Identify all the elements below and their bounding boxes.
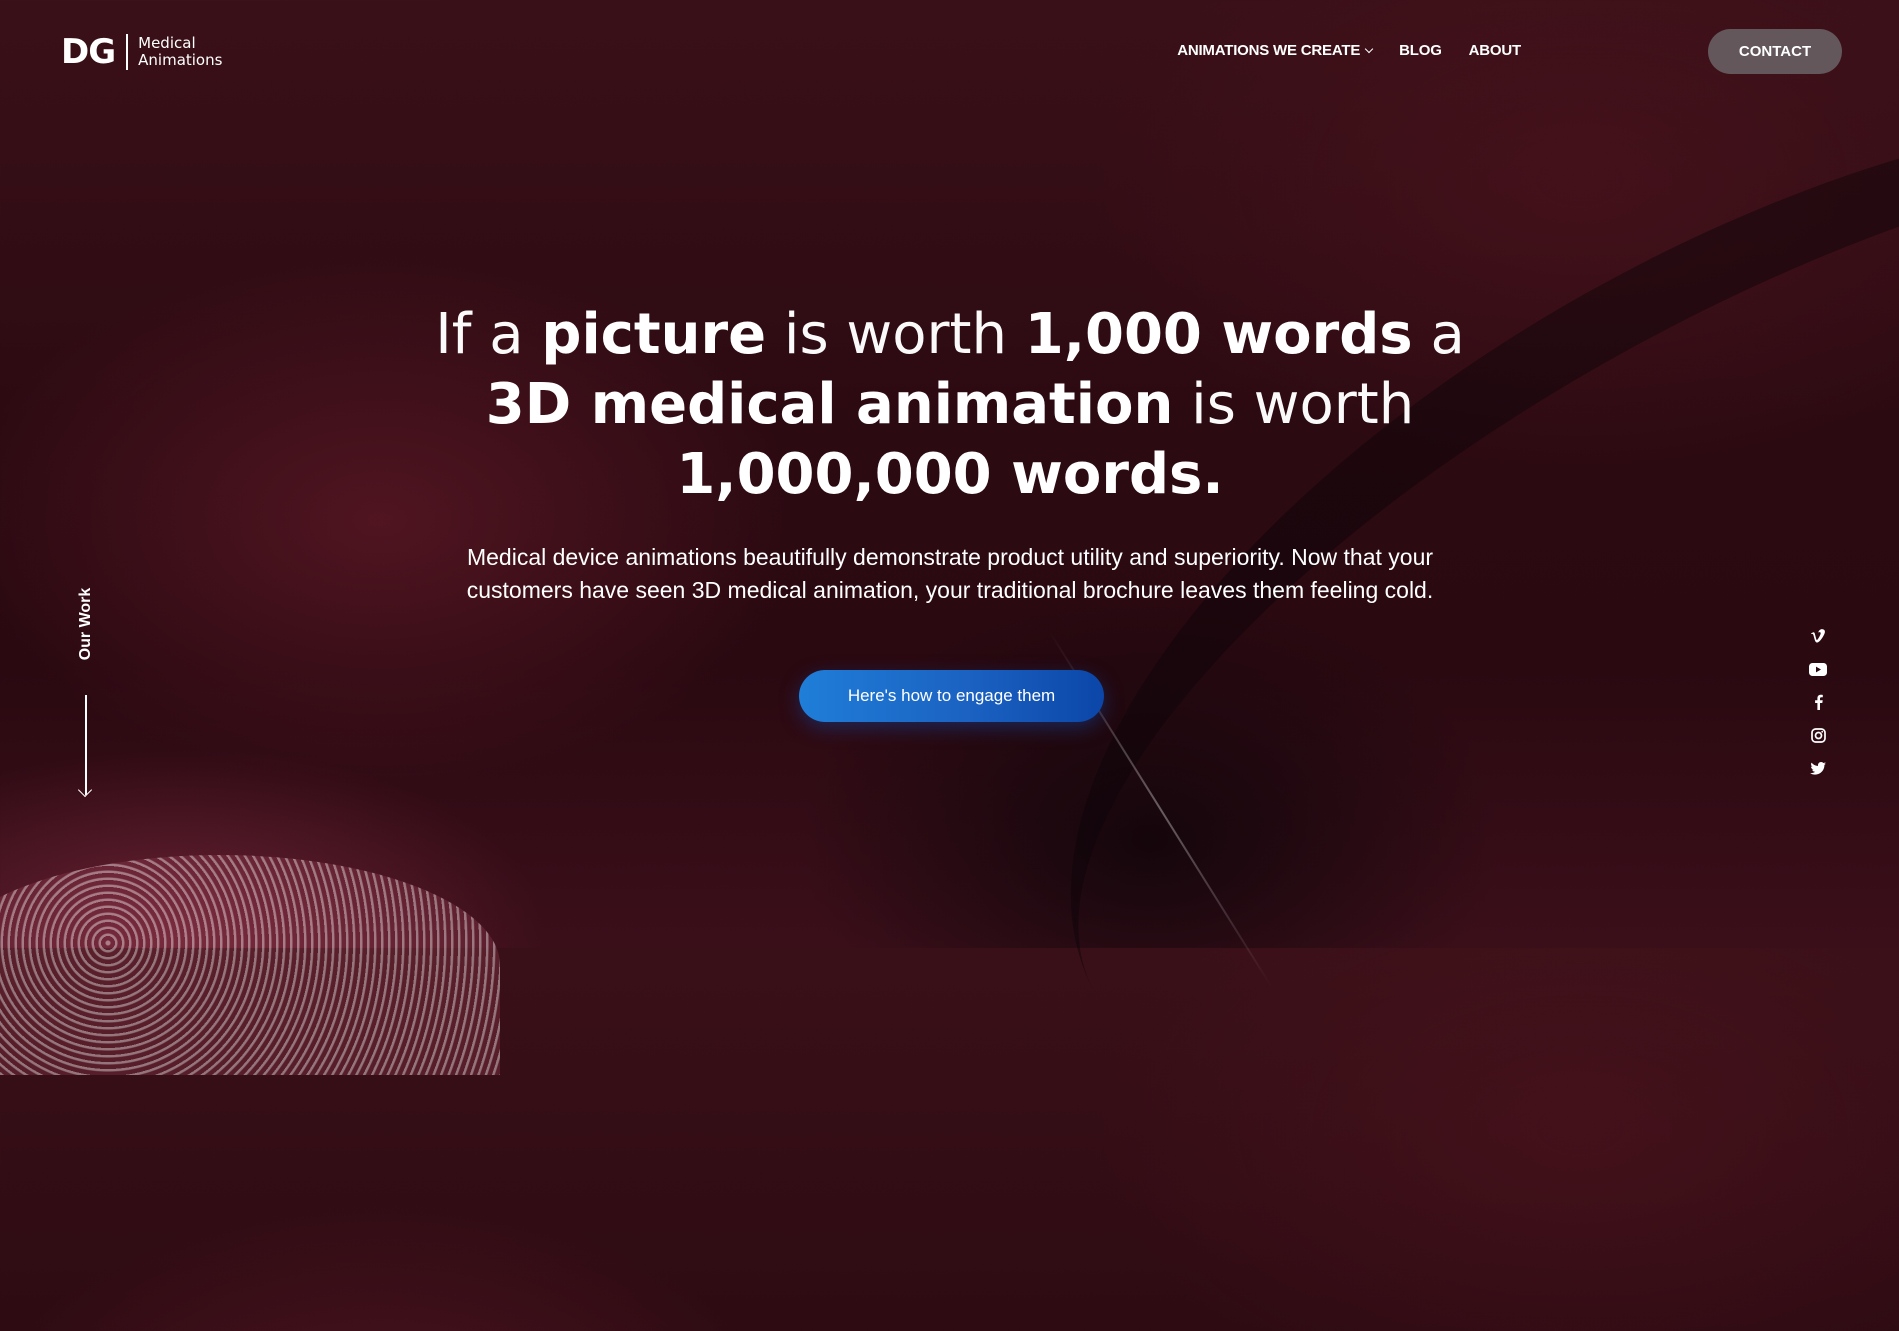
nav-item-label: BLOG (1399, 42, 1442, 59)
logo[interactable]: DG Medical Animations (61, 32, 222, 72)
logo-line-2: Animations (138, 51, 223, 69)
hero-title: If a picture is worth 1,000 words a 3D m… (400, 300, 1500, 510)
logo-divider (126, 34, 129, 70)
nav-item-label: ABOUT (1468, 42, 1522, 59)
title-text: is worth (766, 302, 1025, 367)
title-emphasis: 1,000 words (1024, 302, 1413, 367)
facebook-icon[interactable] (1809, 693, 1827, 711)
logo-line-1: Medical (138, 34, 196, 52)
engage-cta-button[interactable]: Here's how to engage them (799, 670, 1104, 722)
nav-item-about[interactable]: ABOUT (1468, 40, 1522, 62)
twitter-icon[interactable] (1809, 759, 1827, 777)
our-work-scroll-link[interactable]: Our Work (73, 580, 99, 805)
youtube-icon[interactable] (1809, 660, 1827, 678)
main-nav: ANIMATIONS WE CREATE BLOG ABOUT (1177, 40, 1521, 62)
nav-item-animations[interactable]: ANIMATIONS WE CREATE (1177, 40, 1374, 62)
title-emphasis: 3D medical animation (485, 372, 1174, 437)
hero-subtitle: Medical device animations beautifully de… (466, 544, 1434, 603)
title-emphasis: picture (541, 302, 767, 367)
title-text: is worth (1173, 372, 1415, 437)
nav-item-blog[interactable]: BLOG (1399, 40, 1442, 62)
arrow-head-icon (77, 782, 93, 798)
title-text: a (1412, 302, 1465, 367)
arrow-down-icon (85, 695, 87, 795)
instagram-icon[interactable] (1809, 726, 1827, 744)
contact-button[interactable]: CONTACT (1708, 29, 1842, 74)
background-coil (0, 855, 500, 1075)
logo-mark: DG (61, 32, 116, 72)
title-text: If a (435, 302, 542, 367)
chevron-down-icon (1364, 44, 1374, 54)
our-work-label: Our Work (77, 587, 94, 661)
site-header: DG Medical Animations ANIMATIONS WE CREA… (0, 0, 1899, 104)
social-links (1808, 627, 1828, 792)
logo-text: Medical Animations (138, 35, 222, 69)
title-emphasis: 1,000,000 words. (676, 442, 1224, 507)
background-shape (912, 0, 1899, 1331)
nav-item-label: ANIMATIONS WE CREATE (1177, 42, 1361, 59)
vimeo-icon[interactable] (1809, 627, 1827, 645)
